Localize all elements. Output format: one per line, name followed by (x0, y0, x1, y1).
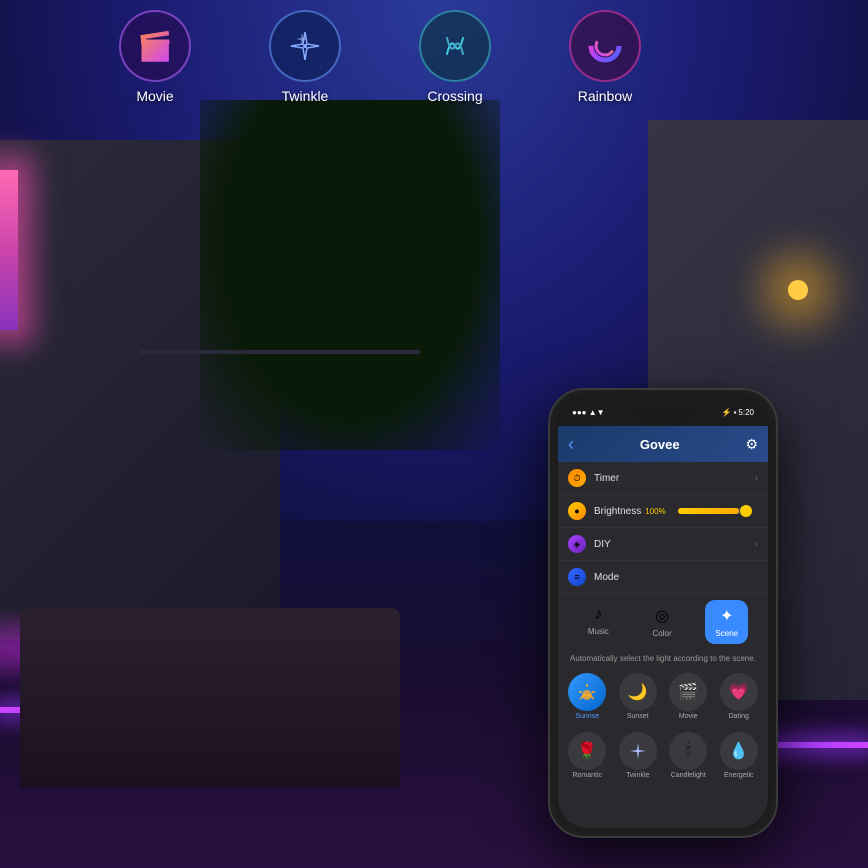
timer-label: Timer (594, 473, 755, 484)
music-tab-icon: ♪ (594, 606, 602, 624)
scene-movie[interactable]: 🎬 Movie (665, 673, 712, 720)
status-bar: ●●● ▲▼ ⚡ ▪ 5:20 (558, 398, 768, 426)
scene-sunset[interactable]: 🌙 Sunset (615, 673, 662, 720)
diy-menu-item[interactable]: ◈ DIY › (558, 528, 768, 561)
timer-icon: ⏱ (568, 469, 586, 487)
mode-icon: ≡ (568, 568, 586, 586)
crossing-icon-circle (419, 10, 491, 82)
icon-item-crossing[interactable]: Crossing (419, 10, 491, 104)
timer-menu-item[interactable]: ⏱ Timer › (558, 462, 768, 495)
sofa-area (20, 608, 400, 788)
status-notch (633, 406, 693, 424)
diy-icon: ◈ (568, 535, 586, 553)
rainbow-label: Rainbow (578, 88, 632, 104)
window-glow-pink (0, 170, 18, 330)
scene-dating[interactable]: 💗 Dating (716, 673, 763, 720)
nav-back-button[interactable]: ‹ (568, 434, 574, 455)
scene-twinkle[interactable]: Twinkle (615, 732, 662, 779)
phone-outer: ●●● ▲▼ ⚡ ▪ 5:20 ‹ Govee ⚙ ⏱ Timer (548, 388, 778, 838)
battery-icon: ▪ (734, 408, 737, 417)
scene-tab-label: Scene (715, 629, 738, 638)
twinkle-label: Twinkle (282, 88, 329, 104)
candlelight-label: Candlelight (671, 772, 706, 779)
scene-movie-icon: 🎬 (669, 673, 707, 711)
tab-color[interactable]: ◎ Color (643, 600, 682, 644)
sunset-icon: 🌙 (619, 673, 657, 711)
scene-tab-icon: ✦ (720, 606, 733, 626)
scene-candlelight[interactable]: 🕯 Candlelight (665, 732, 712, 779)
mode-menu-item[interactable]: ≡ Mode (558, 561, 768, 594)
pergola (140, 350, 420, 500)
scene-sunrise[interactable]: Sunrise (564, 673, 611, 720)
nav-title: Govee (640, 437, 680, 452)
scene-romantic[interactable]: 🌹 Romantic (564, 732, 611, 779)
energetic-label: Energetic (724, 772, 754, 779)
icon-item-movie[interactable]: 🎬 Movie (119, 10, 191, 104)
wall-light-right (788, 280, 808, 300)
dating-label: Dating (729, 713, 749, 720)
scene-movie-label: Movie (679, 713, 698, 720)
diy-chevron-icon: › (755, 539, 758, 550)
sunset-label: Sunset (627, 713, 649, 720)
brightness-icon: ● (568, 502, 586, 520)
timer-chevron-icon: › (755, 473, 758, 484)
icon-item-rainbow[interactable]: Rainbow (569, 10, 641, 104)
status-time-battery: ⚡ ▪ 5:20 (722, 408, 754, 417)
mode-tabs: ♪ Music ◎ Color ✦ Scene (558, 594, 768, 650)
romantic-label: Romantic (572, 772, 602, 779)
sunrise-icon (568, 673, 606, 711)
diy-label: DIY (594, 539, 755, 550)
sunrise-label: Sunrise (575, 713, 599, 720)
color-tab-icon: ◎ (655, 606, 669, 626)
romantic-icon: 🌹 (568, 732, 606, 770)
scenes-row-2: 🌹 Romantic Twinkle 🕯 Candlelight (558, 726, 768, 785)
phone-screen: ●●● ▲▼ ⚡ ▪ 5:20 ‹ Govee ⚙ ⏱ Timer (558, 398, 768, 828)
status-time: 5:20 (738, 408, 754, 417)
bluetooth-icon: ⚡ (722, 408, 732, 417)
candlelight-icon: 🕯 (669, 732, 707, 770)
brightness-slider[interactable] (672, 508, 752, 514)
brightness-value: 100% (645, 507, 665, 516)
icon-item-twinkle[interactable]: Twinkle (269, 10, 341, 104)
scene-energetic[interactable]: 💧 Energetic (716, 732, 763, 779)
rainbow-icon-circle (569, 10, 641, 82)
color-tab-label: Color (653, 629, 672, 638)
brightness-menu-item[interactable]: ● Brightness 100% (558, 495, 768, 528)
music-tab-label: Music (588, 627, 609, 636)
movie-icon-circle: 🎬 (119, 10, 191, 82)
scene-subtitle: Automatically select the light according… (558, 650, 768, 667)
status-signal: ●●● ▲▼ (572, 408, 605, 417)
twinkle-scene-label: Twinkle (626, 772, 649, 779)
scenes-row-1: Sunrise 🌙 Sunset 🎬 Movie 💗 Dating (558, 667, 768, 726)
energetic-icon: 💧 (720, 732, 758, 770)
nav-settings-button[interactable]: ⚙ (745, 436, 758, 453)
content-area: ⏱ Timer › ● Brightness 100% (558, 462, 768, 828)
top-icons-row: 🎬 Movie Twinkle Crossing (80, 10, 680, 104)
twinkle-icon-circle (269, 10, 341, 82)
phone-wrapper: ●●● ▲▼ ⚡ ▪ 5:20 ‹ Govee ⚙ ⏱ Timer (548, 388, 778, 838)
mode-label: Mode (594, 572, 758, 583)
movie-label: Movie (136, 88, 173, 104)
twinkle-scene-icon (619, 732, 657, 770)
nav-bar: ‹ Govee ⚙ (558, 426, 768, 462)
tab-music[interactable]: ♪ Music (578, 600, 619, 644)
dating-icon: 💗 (720, 673, 758, 711)
crossing-label: Crossing (427, 88, 482, 104)
brightness-label: Brightness (594, 506, 641, 517)
tab-scene[interactable]: ✦ Scene (705, 600, 748, 644)
